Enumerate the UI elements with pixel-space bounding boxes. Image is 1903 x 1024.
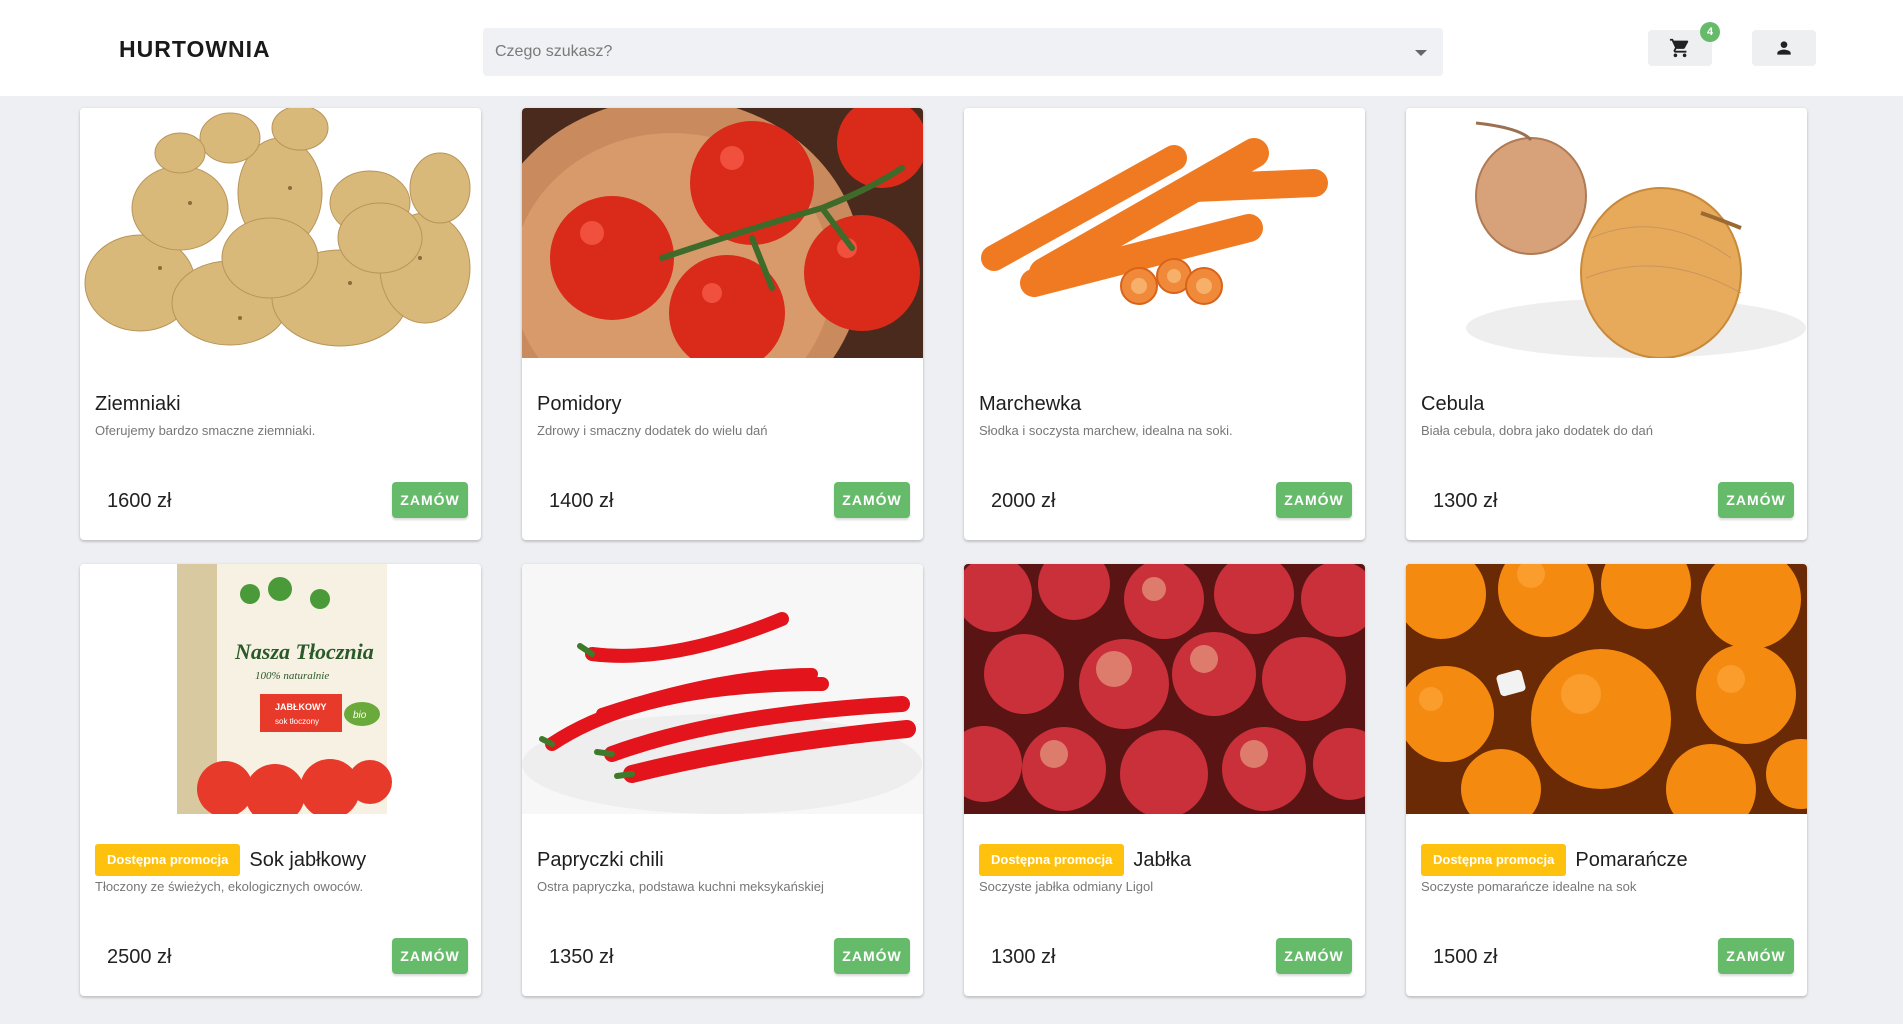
product-card: Pomidory Zdrowy i smaczny dodatek do wie… xyxy=(522,108,923,540)
order-button[interactable]: ZAMÓW xyxy=(392,938,468,974)
product-image-carrots xyxy=(964,108,1365,358)
product-title-row: Pomidory xyxy=(537,388,621,420)
product-image-apple-juice: Nasza Tłocznia 100% naturalnie JABŁKOWY … xyxy=(80,564,481,814)
juice-type-text: sok tłoczony xyxy=(275,717,319,726)
juice-brand-text: Nasza Tłocznia xyxy=(234,639,374,664)
order-button[interactable]: ZAMÓW xyxy=(1276,938,1352,974)
top-app-bar: HURTOWNIA 4 xyxy=(0,0,1903,96)
product-price: 1400 zł xyxy=(549,490,614,512)
brand-logo[interactable]: HURTOWNIA xyxy=(119,36,271,63)
product-title: Marchewka xyxy=(979,392,1082,415)
order-button[interactable]: ZAMÓW xyxy=(1276,482,1352,518)
product-card: Dostępna promocja Jabłka Soczyste jabłka… xyxy=(964,564,1365,996)
product-title: Cebula xyxy=(1421,392,1485,415)
product-title-row: Cebula xyxy=(1421,388,1484,420)
product-image-oranges xyxy=(1406,564,1807,814)
product-image-chili xyxy=(522,564,923,814)
product-image-potatoes xyxy=(80,108,481,358)
search-input[interactable] xyxy=(483,28,1443,76)
order-button[interactable]: ZAMÓW xyxy=(834,482,910,518)
juice-flavor-text: JABŁKOWY xyxy=(275,702,327,712)
product-price: 1300 zł xyxy=(1433,490,1498,512)
search-box[interactable] xyxy=(483,28,1443,76)
product-description: Biała cebula, dobra jako dodatek do dań xyxy=(1421,423,1654,438)
product-image-onions xyxy=(1406,108,1807,358)
product-price: 1300 zł xyxy=(991,946,1056,968)
product-description: Zdrowy i smaczny dodatek do wielu dań xyxy=(537,423,768,438)
promo-badge: Dostępna promocja xyxy=(979,844,1125,876)
product-title: Pomidory xyxy=(537,392,622,415)
product-price: 1600 zł xyxy=(107,490,172,512)
product-card: Marchewka Słodka i soczysta marchew, ide… xyxy=(964,108,1365,540)
order-button[interactable]: ZAMÓW xyxy=(1718,938,1794,974)
product-price: 2000 zł xyxy=(991,490,1056,512)
order-button[interactable]: ZAMÓW xyxy=(834,938,910,974)
product-title-row: Dostępna promocja Pomarańcze xyxy=(1421,844,1688,876)
product-price: 1500 zł xyxy=(1433,946,1498,968)
account-button[interactable] xyxy=(1752,30,1816,66)
shopping-cart-icon xyxy=(1669,38,1689,58)
product-title-row: Papryczki chili xyxy=(537,844,664,876)
product-card: Cebula Biała cebula, dobra jako dodatek … xyxy=(1406,108,1807,540)
promo-badge: Dostępna promocja xyxy=(1421,844,1567,876)
product-card: Papryczki chili Ostra papryczka, podstaw… xyxy=(522,564,923,996)
product-title-row: Ziemniaki xyxy=(95,388,181,420)
person-icon xyxy=(1777,41,1791,55)
promo-badge: Dostępna promocja xyxy=(95,844,241,876)
cart-count-badge: 4 xyxy=(1700,22,1720,42)
product-title: Jabłka xyxy=(1133,848,1192,871)
product-title-row: Dostępna promocja Jabłka xyxy=(979,844,1191,876)
product-description: Słodka i soczysta marchew, idealna na so… xyxy=(979,423,1233,438)
product-image-apples xyxy=(964,564,1365,814)
product-title: Ziemniaki xyxy=(95,392,181,415)
product-card: Nasza Tłocznia 100% naturalnie JABŁKOWY … xyxy=(80,564,481,996)
product-image-tomatoes xyxy=(522,108,923,358)
product-description: Ostra papryczka, podstawa kuchni meksyka… xyxy=(537,879,824,894)
order-button[interactable]: ZAMÓW xyxy=(392,482,468,518)
product-description: Soczyste jabłka odmiany Ligol xyxy=(979,879,1154,894)
product-card: Dostępna promocja Pomarańcze Soczyste po… xyxy=(1406,564,1807,996)
product-description: Soczyste pomarańcze idealne na sok xyxy=(1421,879,1637,894)
product-title: Papryczki chili xyxy=(537,848,664,871)
product-card: Ziemniaki Oferujemy bardzo smaczne ziemn… xyxy=(80,108,481,540)
product-price: 2500 zł xyxy=(107,946,172,968)
product-title-row: Dostępna promocja Sok jabłkowy xyxy=(95,844,366,876)
juice-bio-text: bio xyxy=(353,710,367,721)
product-description: Oferujemy bardzo smaczne ziemniaki. xyxy=(95,423,316,438)
product-title: Pomarańcze xyxy=(1575,848,1688,871)
product-title: Sok jabłkowy xyxy=(249,848,367,871)
chevron-down-icon[interactable] xyxy=(1415,50,1427,56)
product-title-row: Marchewka xyxy=(979,388,1081,420)
product-description: Tłoczony ze świeżych, ekologicznych owoc… xyxy=(95,879,364,894)
juice-slogan-text: 100% naturalnie xyxy=(255,670,329,682)
order-button[interactable]: ZAMÓW xyxy=(1718,482,1794,518)
product-price: 1350 zł xyxy=(549,946,614,968)
